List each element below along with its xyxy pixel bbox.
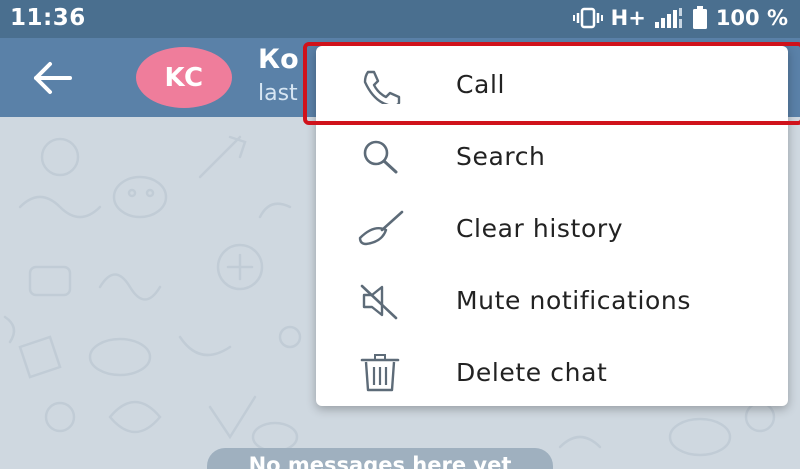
mute-icon xyxy=(356,282,406,320)
trash-icon xyxy=(356,354,406,392)
menu-item-label: Search xyxy=(456,141,546,171)
battery-level: 100 % xyxy=(715,6,788,30)
broom-icon xyxy=(356,210,406,248)
menu-item-label: Mute notifications xyxy=(456,285,691,315)
status-bar: 11:36 H+ 100 % xyxy=(0,0,800,38)
avatar[interactable]: KC xyxy=(136,47,232,108)
vibrate-icon xyxy=(572,7,603,29)
battery-icon xyxy=(692,6,708,30)
back-arrow-icon xyxy=(34,62,72,94)
menu-item-label: Clear history xyxy=(456,213,624,243)
menu-item-label: Delete chat xyxy=(456,357,608,387)
menu-item-search[interactable]: Search xyxy=(316,120,788,192)
network-type: H+ xyxy=(610,6,646,30)
empty-chat-notice: No messages here yet xyxy=(207,448,553,469)
menu-item-clear-history[interactable]: Clear history xyxy=(316,192,788,264)
search-icon xyxy=(356,138,406,176)
back-button[interactable] xyxy=(28,58,76,98)
status-time: 11:36 xyxy=(10,5,86,31)
call-highlight-box xyxy=(303,42,800,125)
menu-item-delete-chat[interactable]: Delete chat xyxy=(316,336,788,408)
status-icons: H+ 100 % xyxy=(572,6,788,30)
signal-icon xyxy=(654,7,684,29)
menu-item-mute-notifications[interactable]: Mute notifications xyxy=(316,264,788,336)
